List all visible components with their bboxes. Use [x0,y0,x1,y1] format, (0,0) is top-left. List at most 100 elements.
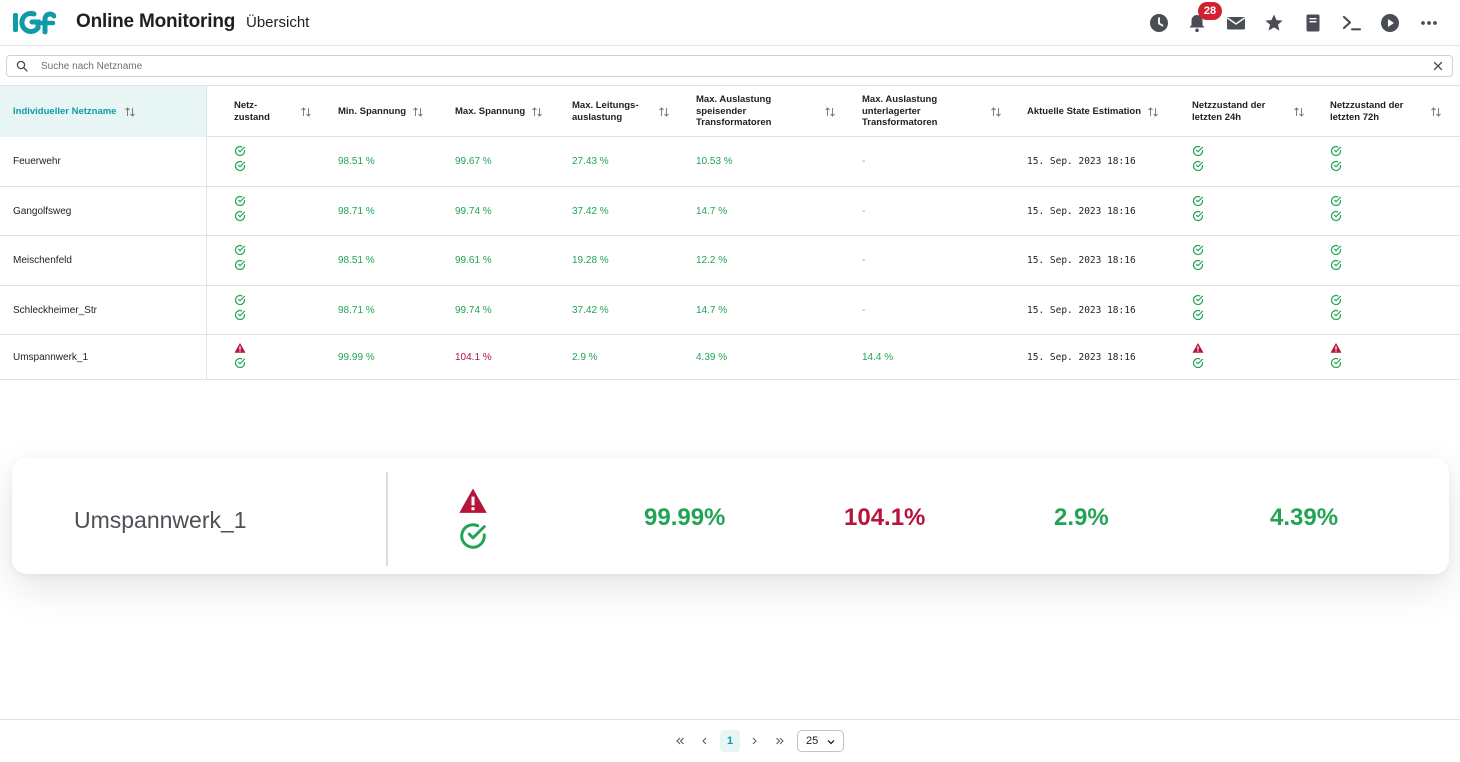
table-row[interactable]: Schleckheimer_Str 98.71 % 99.74 % 37.42 % 14… [0,286,1460,335]
star-icon[interactable] [1255,0,1294,46]
cell-24h [1192,145,1204,172]
check-circle-icon [234,244,246,256]
cell-min-spannung: 99.99 % [338,351,375,363]
mail-icon[interactable] [1216,0,1255,46]
book-icon[interactable] [1294,0,1333,46]
chevron-right-icon [752,737,757,745]
sort-icon[interactable] [412,106,424,118]
table-row[interactable]: Meischenfeld 98.51 % 99.61 % 19.28 % 12.2 % -… [0,236,1460,286]
header-col-unterlagert[interactable]: Max. Auslastung unterlagerter Transforma… [862,86,938,137]
cell-min-spannung: 98.51 % [338,156,375,167]
cell-leitung: 27.43 % [572,156,609,167]
sort-icon[interactable] [1147,106,1159,118]
terminal-icon[interactable] [1332,0,1371,46]
table-row[interactable]: Gangolfsweg 98.71 % 99.74 % 37.42 % 14.7 % - 1… [0,187,1460,236]
check-circle-icon [1330,160,1342,172]
next-page-button[interactable] [746,730,762,752]
first-page-button[interactable] [672,730,688,752]
header-col-netzname[interactable]: Individueller Netzname [0,86,207,137]
cell-netzzustand [234,195,246,222]
header-col-min-spannung[interactable]: Min. Spannung [338,86,406,137]
cell-min-spannung: 98.71 % [338,304,375,316]
sort-icon[interactable] [658,106,670,118]
pagination-bar: 1 25 [0,719,1460,762]
cell-netzname: Umspannwerk_1 [0,335,207,379]
sort-icon[interactable] [531,106,543,118]
header-col-72h[interactable]: Netzzustand der letzten 72h [1330,86,1403,137]
header-label: Min. Spannung [338,105,407,117]
header-col-24h[interactable]: Netzzustand der letzten 24h [1192,86,1265,137]
notifications-button[interactable]: 28 [1178,0,1223,46]
cell-unterlagert: - [862,205,866,217]
last-page-button[interactable] [772,730,788,752]
header-col-state-estimation[interactable]: Aktuelle State Estimation [1027,86,1141,137]
top-bar: Online Monitoring Übersicht 28 [0,0,1460,46]
check-circle-icon [1192,145,1204,157]
history-icon[interactable] [1139,0,1178,46]
header-label: Max. Auslastung speisender Transformator… [696,94,772,129]
check-circle-icon [1330,145,1342,157]
double-chevron-right-icon [776,737,784,745]
sort-icon[interactable] [300,106,312,118]
page-size-value: 25 [806,735,819,747]
table-body: Feuerwehr 98.51 % 99.67 % 27.43 % 10.53 % - 15… [0,137,1460,380]
highlight-value: 99.99% [644,504,726,531]
cell-state-estimation: 15. Sep. 2023 18:16 [1027,156,1136,167]
clear-search-icon[interactable] [1432,60,1444,72]
header-label: Max. Spannung [455,105,526,117]
search-input[interactable] [41,58,1421,74]
header-actions: 28 [1139,0,1448,46]
cell-max-spannung: 99.74 % [455,304,492,316]
page-button-current[interactable]: 1 [720,730,740,752]
header-col-netzzustand[interactable]: Netz- zustand [234,86,270,137]
highlight-name: Umspannwerk_1 [74,507,247,533]
sort-icon[interactable] [990,106,1002,118]
check-circle-icon [234,309,246,321]
cell-state-estimation: 15. Sep. 2023 18:16 [1027,351,1136,363]
sort-icon[interactable] [1293,106,1305,118]
header-label: Netzzustand der letzten 24h [1192,100,1266,123]
highlight-status [458,486,488,551]
search-bar [6,55,1453,77]
play-icon[interactable] [1371,0,1410,46]
header-col-max-spannung[interactable]: Max. Spannung [455,86,525,137]
cell-netzname: Gangolfsweg [0,187,207,235]
prev-page-button[interactable] [697,730,713,752]
cell-max-spannung: 99.61 % [455,255,492,266]
page-size-select[interactable]: 25 [797,730,844,752]
check-circle-icon [1330,294,1342,306]
table-row[interactable]: Umspannwerk_1 99.99 % 104.1 % 2.9 % 4.39 % 14… [0,335,1460,380]
header-col-leitung[interactable]: Max. Leitungs- auslastung [572,86,639,137]
cell-leitung: 37.42 % [572,304,609,316]
check-circle-icon [1330,244,1342,256]
cell-max-spannung: 99.67 % [455,156,492,167]
cell-24h [1192,244,1204,271]
check-circle-icon [1192,357,1204,369]
sort-icon[interactable] [824,106,836,118]
cell-unterlagert: - [862,255,866,266]
igf-logo[interactable] [12,10,56,35]
highlight-value: 2.9% [1054,504,1109,531]
table-header: Individueller Netzname Netz- zustand Min. … [0,85,1460,137]
check-circle-icon [234,195,246,207]
cell-24h [1192,342,1204,369]
cell-netzname: Feuerwehr [0,137,207,186]
page-title: Übersicht [246,14,310,31]
cell-72h [1330,145,1342,172]
sort-icon[interactable] [1430,106,1442,118]
table-row[interactable]: Feuerwehr 98.51 % 99.67 % 27.43 % 10.53 % - 15… [0,137,1460,187]
cell-max-spannung: 104.1 % [455,351,492,363]
network-table: Individueller Netzname Netz- zustand Min. … [0,85,1460,380]
sort-icon[interactable] [124,106,136,118]
more-icon[interactable] [1409,0,1448,46]
cell-state-estimation: 15. Sep. 2023 18:16 [1027,205,1136,217]
cell-netzzustand [234,294,246,321]
check-circle-icon [460,523,486,549]
cell-24h [1192,294,1204,321]
cell-speisend: 4.39 % [696,351,728,363]
check-circle-icon [1330,195,1342,207]
warning-triangle-icon [234,343,246,353]
header-col-speisend[interactable]: Max. Auslastung speisender Transformator… [696,86,772,137]
cell-speisend: 14.7 % [696,205,728,217]
cell-netzzustand [234,244,246,271]
